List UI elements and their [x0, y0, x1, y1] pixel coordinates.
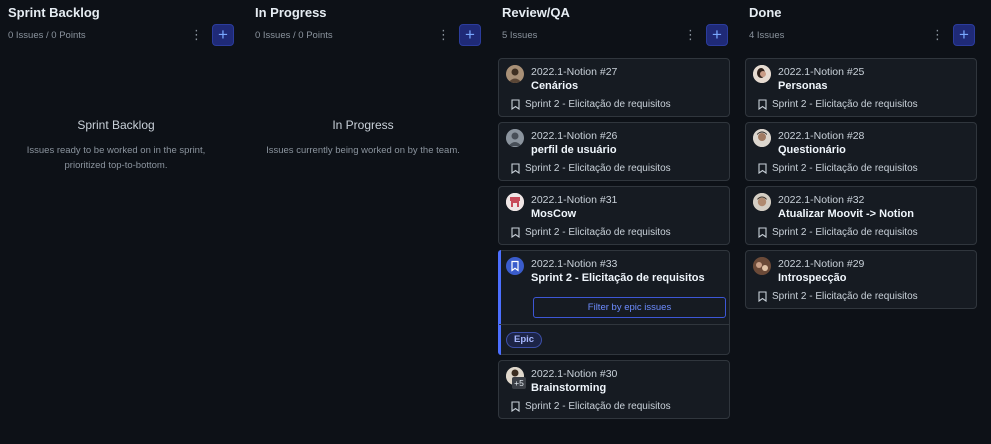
issue-title[interactable]: Introspecção	[778, 272, 846, 284]
column-header: Sprint Backlog 0 Issues / 0 Points ⋮ +	[0, 0, 234, 50]
empty-state-title: In Progress	[332, 118, 394, 132]
sprint-label[interactable]: Sprint 2 - Elicitação de requisitos	[758, 163, 918, 174]
avatar	[506, 129, 524, 147]
issue-card[interactable]: +5 2022.1-Notion #30 Brainstorming Sprin…	[498, 360, 730, 419]
issue-number[interactable]: 2022.1-Notion #30	[531, 368, 617, 380]
avatar	[753, 257, 771, 275]
empty-state-description: Issues ready to be worked on in the spri…	[26, 145, 206, 171]
sprint-name: Sprint 2 - Elicitação de requisitos	[525, 401, 671, 412]
empty-state: Sprint Backlog Issues ready to be worked…	[0, 118, 232, 173]
issue-title[interactable]: Brainstorming	[531, 382, 606, 394]
column-title: In Progress	[255, 5, 327, 20]
column-header: Done 4 Issues ⋮ +	[745, 0, 977, 50]
issue-title[interactable]: Cenários	[531, 80, 578, 92]
column-header: Review/QA 5 Issues ⋮ +	[498, 0, 730, 50]
milestone-icon	[758, 163, 767, 174]
divider	[499, 324, 729, 325]
issue-title[interactable]: Questionário	[778, 144, 846, 156]
avatar	[506, 65, 524, 83]
issue-number[interactable]: 2022.1-Notion #25	[778, 66, 864, 78]
column-title: Sprint Backlog	[8, 5, 100, 20]
sprint-name: Sprint 2 - Elicitação de requisitos	[772, 227, 918, 238]
milestone-icon	[758, 99, 767, 110]
filter-by-epic-button[interactable]: Filter by epic issues	[533, 297, 726, 318]
issue-number[interactable]: 2022.1-Notion #27	[531, 66, 617, 78]
column-menu-icon[interactable]: ⋮	[931, 26, 944, 44]
sprint-label[interactable]: Sprint 2 - Elicitação de requisitos	[758, 99, 918, 110]
milestone-icon	[758, 227, 767, 238]
milestone-icon	[758, 291, 767, 302]
issue-number[interactable]: 2022.1-Notion #29	[778, 258, 864, 270]
issue-number[interactable]: 2022.1-Notion #33	[531, 258, 617, 270]
add-issue-button[interactable]: +	[953, 24, 975, 46]
sprint-name: Sprint 2 - Elicitação de requisitos	[525, 99, 671, 110]
sprint-name: Sprint 2 - Elicitação de requisitos	[525, 163, 671, 174]
empty-state-description: Issues currently being worked on by the …	[266, 145, 460, 156]
column-review-qa: Review/QA 5 Issues ⋮ + 2022.1-Notion #27…	[498, 0, 730, 444]
milestone-icon	[511, 163, 520, 174]
empty-state: In Progress Issues currently being worke…	[247, 118, 479, 158]
issue-card[interactable]: 2022.1-Notion #28 Questionário Sprint 2 …	[745, 122, 977, 181]
issue-title[interactable]: Personas	[778, 80, 828, 92]
epic-card[interactable]: 2022.1-Notion #33 Sprint 2 - Elicitação …	[498, 250, 730, 355]
issue-card[interactable]: 2022.1-Notion #27 Cenários Sprint 2 - El…	[498, 58, 730, 117]
issue-title[interactable]: Sprint 2 - Elicitação de requisitos	[531, 272, 705, 284]
milestone-icon	[511, 99, 520, 110]
issue-title[interactable]: perfil de usuário	[531, 144, 617, 156]
sprint-name: Sprint 2 - Elicitação de requisitos	[772, 291, 918, 302]
column-menu-icon[interactable]: ⋮	[190, 26, 203, 44]
issue-number[interactable]: 2022.1-Notion #31	[531, 194, 617, 206]
avatar	[753, 65, 771, 83]
epic-milestone-icon	[506, 257, 524, 275]
sprint-label[interactable]: Sprint 2 - Elicitação de requisitos	[758, 227, 918, 238]
avatar	[506, 193, 524, 211]
column-issue-count: 5 Issues	[502, 30, 538, 41]
add-issue-button[interactable]: +	[706, 24, 728, 46]
avatar	[753, 129, 771, 147]
issue-title[interactable]: MosCow	[531, 208, 576, 220]
issue-number[interactable]: 2022.1-Notion #26	[531, 130, 617, 142]
epic-badge: Epic	[506, 332, 543, 348]
issue-title[interactable]: Atualizar Moovit -> Notion	[778, 208, 914, 220]
column-title: Done	[749, 5, 782, 20]
column-menu-icon[interactable]: ⋮	[437, 26, 450, 44]
column-issue-count: 0 Issues / 0 Points	[8, 30, 86, 41]
add-issue-button[interactable]: +	[212, 24, 234, 46]
sprint-name: Sprint 2 - Elicitação de requisitos	[772, 163, 918, 174]
empty-state-title: Sprint Backlog	[77, 118, 155, 132]
column-issue-count: 0 Issues / 0 Points	[255, 30, 333, 41]
milestone-icon	[511, 227, 520, 238]
epic-accent-bar	[498, 250, 501, 355]
issue-card[interactable]: 2022.1-Notion #26 perfil de usuário Spri…	[498, 122, 730, 181]
sprint-label[interactable]: Sprint 2 - Elicitação de requisitos	[511, 99, 671, 110]
sprint-name: Sprint 2 - Elicitação de requisitos	[772, 99, 918, 110]
issue-card[interactable]: 2022.1-Notion #32 Atualizar Moovit -> No…	[745, 186, 977, 245]
column-title: Review/QA	[502, 5, 570, 20]
column-issue-count: 4 Issues	[749, 30, 785, 41]
sprint-name: Sprint 2 - Elicitação de requisitos	[525, 227, 671, 238]
column-done: Done 4 Issues ⋮ + 2022.1-Notion #25 Pers…	[745, 0, 977, 444]
column-sprint-backlog: Sprint Backlog 0 Issues / 0 Points ⋮ + S…	[0, 0, 234, 444]
add-issue-button[interactable]: +	[459, 24, 481, 46]
avatar	[753, 193, 771, 211]
issue-number[interactable]: 2022.1-Notion #32	[778, 194, 864, 206]
sprint-label[interactable]: Sprint 2 - Elicitação de requisitos	[511, 163, 671, 174]
issue-card[interactable]: 2022.1-Notion #31 MosCow Sprint 2 - Elic…	[498, 186, 730, 245]
column-header: In Progress 0 Issues / 0 Points ⋮ +	[247, 0, 481, 50]
column-in-progress: In Progress 0 Issues / 0 Points ⋮ + In P…	[247, 0, 481, 444]
extra-assignees-count[interactable]: +5	[512, 377, 526, 389]
sprint-label[interactable]: Sprint 2 - Elicitação de requisitos	[758, 291, 918, 302]
sprint-label[interactable]: Sprint 2 - Elicitação de requisitos	[511, 401, 671, 412]
milestone-icon	[511, 401, 520, 412]
issue-card[interactable]: 2022.1-Notion #25 Personas Sprint 2 - El…	[745, 58, 977, 117]
issue-number[interactable]: 2022.1-Notion #28	[778, 130, 864, 142]
issue-card[interactable]: 2022.1-Notion #29 Introspecção Sprint 2 …	[745, 250, 977, 309]
column-menu-icon[interactable]: ⋮	[684, 26, 697, 44]
sprint-label[interactable]: Sprint 2 - Elicitação de requisitos	[511, 227, 671, 238]
